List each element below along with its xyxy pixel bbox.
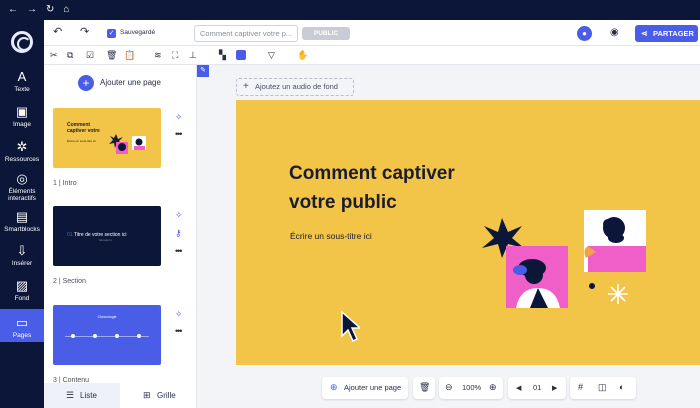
- zoom-in-icon[interactable]: ⊕: [489, 382, 497, 393]
- rail-item-insert[interactable]: ⇩ Insérer: [0, 244, 44, 268]
- thumb-illustration: [109, 134, 146, 154]
- zoom-level: 100%: [462, 383, 482, 392]
- resources-icon: ✲: [16, 139, 28, 154]
- rail-item-image[interactable]: ▣ Image: [0, 105, 44, 129]
- undo-icon[interactable]: ↶: [53, 27, 62, 38]
- rail-item-text[interactable]: A Texte: [0, 70, 44, 94]
- tab-list[interactable]: ☰ Liste: [44, 383, 120, 408]
- slide-title[interactable]: Comment captiver votre public: [289, 159, 489, 217]
- pages-panel: + Ajouter une page Comment captiver votr…: [44, 65, 197, 408]
- insert-icon: ⇩: [16, 243, 28, 258]
- next-page-icon[interactable]: ▶: [552, 384, 557, 392]
- background-icon: ▨: [15, 278, 29, 293]
- edit-toolbar: ✂ ⧉ ☑ 🗑 📋 ≋ ⛶ ⊥ ▚ ▽ ✋: [44, 46, 700, 65]
- more-options-icon[interactable]: •••: [175, 326, 183, 336]
- trash-icon: 🗑: [419, 382, 431, 392]
- page-thumbnail-1[interactable]: Comment captiver votre Écrire un sous-ti…: [53, 108, 161, 168]
- rail-item-pages[interactable]: ▭ Pages: [0, 309, 44, 342]
- add-audio-button[interactable]: + Ajoutez un audio de fond: [236, 78, 354, 96]
- color-swatch[interactable]: [236, 50, 246, 60]
- mask-icon[interactable]: ▽: [268, 50, 275, 60]
- bottom-delete-button[interactable]: 🗑: [413, 377, 435, 399]
- prev-page-icon[interactable]: ◀: [516, 384, 521, 392]
- rail-item-background[interactable]: ▨ Fond: [0, 279, 44, 303]
- bottom-add-page-button[interactable]: ⊕ Ajouter une page: [322, 377, 408, 399]
- collaborators-avatar[interactable]: ●: [577, 26, 592, 41]
- plus-circle-icon: ⊕: [330, 382, 338, 392]
- list-icon: ☰: [66, 390, 75, 400]
- slide-subtitle[interactable]: Écrire un sous-titre ici: [290, 231, 372, 241]
- home-icon[interactable]: ⌂: [63, 5, 69, 15]
- top-toolbar: ↶ ↷ ✓ Sauvegardé PUBLIC ● ◉ ⋖ PARTAGER: [44, 20, 700, 46]
- grid-icon: ⊞: [143, 390, 151, 400]
- slide-canvas[interactable]: Comment captiver votre public Écrire un …: [236, 100, 700, 365]
- page-label-2: 2 | Section: [53, 278, 86, 285]
- paste-icon[interactable]: 📋: [124, 50, 135, 60]
- cut-icon[interactable]: ✂: [50, 50, 58, 60]
- split-view-icon[interactable]: ◫: [598, 382, 607, 393]
- page-label-1: 1 | Intro: [53, 180, 77, 187]
- layers-icon[interactable]: ≋: [154, 50, 162, 60]
- mouse-cursor-icon: [341, 310, 360, 343]
- zoom-control: ⊖ 100% ⊕: [439, 377, 503, 399]
- delete-icon[interactable]: 🗑: [106, 50, 117, 60]
- plus-icon: +: [78, 75, 94, 91]
- rail-item-smartblocks[interactable]: ▤ Smartblocks: [0, 210, 44, 234]
- reload-icon[interactable]: ↻: [46, 5, 54, 15]
- page-navigator: ◀ 01 ▶: [508, 377, 566, 399]
- hand-icon[interactable]: ✋: [297, 50, 308, 60]
- redo-icon[interactable]: ↷: [80, 27, 89, 38]
- preview-eye-icon[interactable]: ◉: [610, 27, 619, 38]
- magic-wand-icon[interactable]: ✧: [175, 309, 183, 320]
- share-button[interactable]: ⋖ PARTAGER: [635, 25, 698, 42]
- genially-logo-icon[interactable]: [11, 31, 33, 53]
- pages-icon: ▭: [15, 315, 29, 330]
- pin-icon[interactable]: ✎: [197, 65, 209, 77]
- checkbox-icon[interactable]: ☑: [86, 50, 94, 60]
- saved-label: Sauvegardé: [120, 29, 156, 36]
- left-rail: A Texte ▣ Image ✲ Ressources ◎ Éléments …: [0, 20, 44, 408]
- magic-wand-icon[interactable]: ✧: [175, 112, 183, 123]
- browser-bar: ← → ↻ ⌂: [0, 0, 700, 20]
- transparency-icon[interactable]: ▚: [219, 50, 226, 60]
- view-options: # ◫ ◐: [570, 377, 636, 399]
- page-thumbnail-2[interactable]: 01 Titre de votre section ici Nouvelle i…: [53, 206, 161, 266]
- crop-icon[interactable]: ⛶: [172, 50, 178, 60]
- plus-icon: +: [243, 81, 249, 92]
- text-icon: A: [17, 69, 27, 84]
- forward-icon[interactable]: →: [27, 5, 37, 15]
- rail-item-interactive[interactable]: ◎ Éléments interactifs: [0, 172, 44, 204]
- copy-icon[interactable]: ⧉: [67, 50, 73, 60]
- title-input[interactable]: [194, 25, 298, 42]
- tab-grid[interactable]: ⊞ Grille: [121, 383, 196, 408]
- slide-illustration[interactable]: [476, 200, 656, 315]
- magic-wand-icon[interactable]: ✧: [175, 210, 183, 221]
- theme-palette-icon[interactable]: ◐: [619, 382, 624, 392]
- align-icon[interactable]: ⊥: [189, 50, 197, 60]
- public-button[interactable]: PUBLIC: [302, 27, 350, 40]
- more-options-icon[interactable]: •••: [175, 246, 183, 256]
- page-thumbnail-3[interactable]: Chronologie: [53, 305, 161, 365]
- zoom-out-icon[interactable]: ⊖: [445, 382, 453, 393]
- key-icon[interactable]: ⚷: [175, 228, 182, 239]
- page-indicator: 01: [533, 383, 542, 392]
- more-options-icon[interactable]: •••: [175, 129, 183, 139]
- share-icon: ⋖: [641, 29, 648, 38]
- interactive-icon: ◎: [16, 171, 28, 186]
- image-icon: ▣: [15, 104, 29, 119]
- smartblocks-icon: ▤: [15, 209, 29, 224]
- back-icon[interactable]: ←: [8, 5, 18, 15]
- view-tabs: ☰ Liste ⊞ Grille: [44, 383, 196, 408]
- saved-check-icon: ✓: [107, 29, 116, 38]
- rail-item-resources[interactable]: ✲ Ressources: [0, 140, 44, 164]
- grid-guides-icon[interactable]: #: [578, 382, 583, 392]
